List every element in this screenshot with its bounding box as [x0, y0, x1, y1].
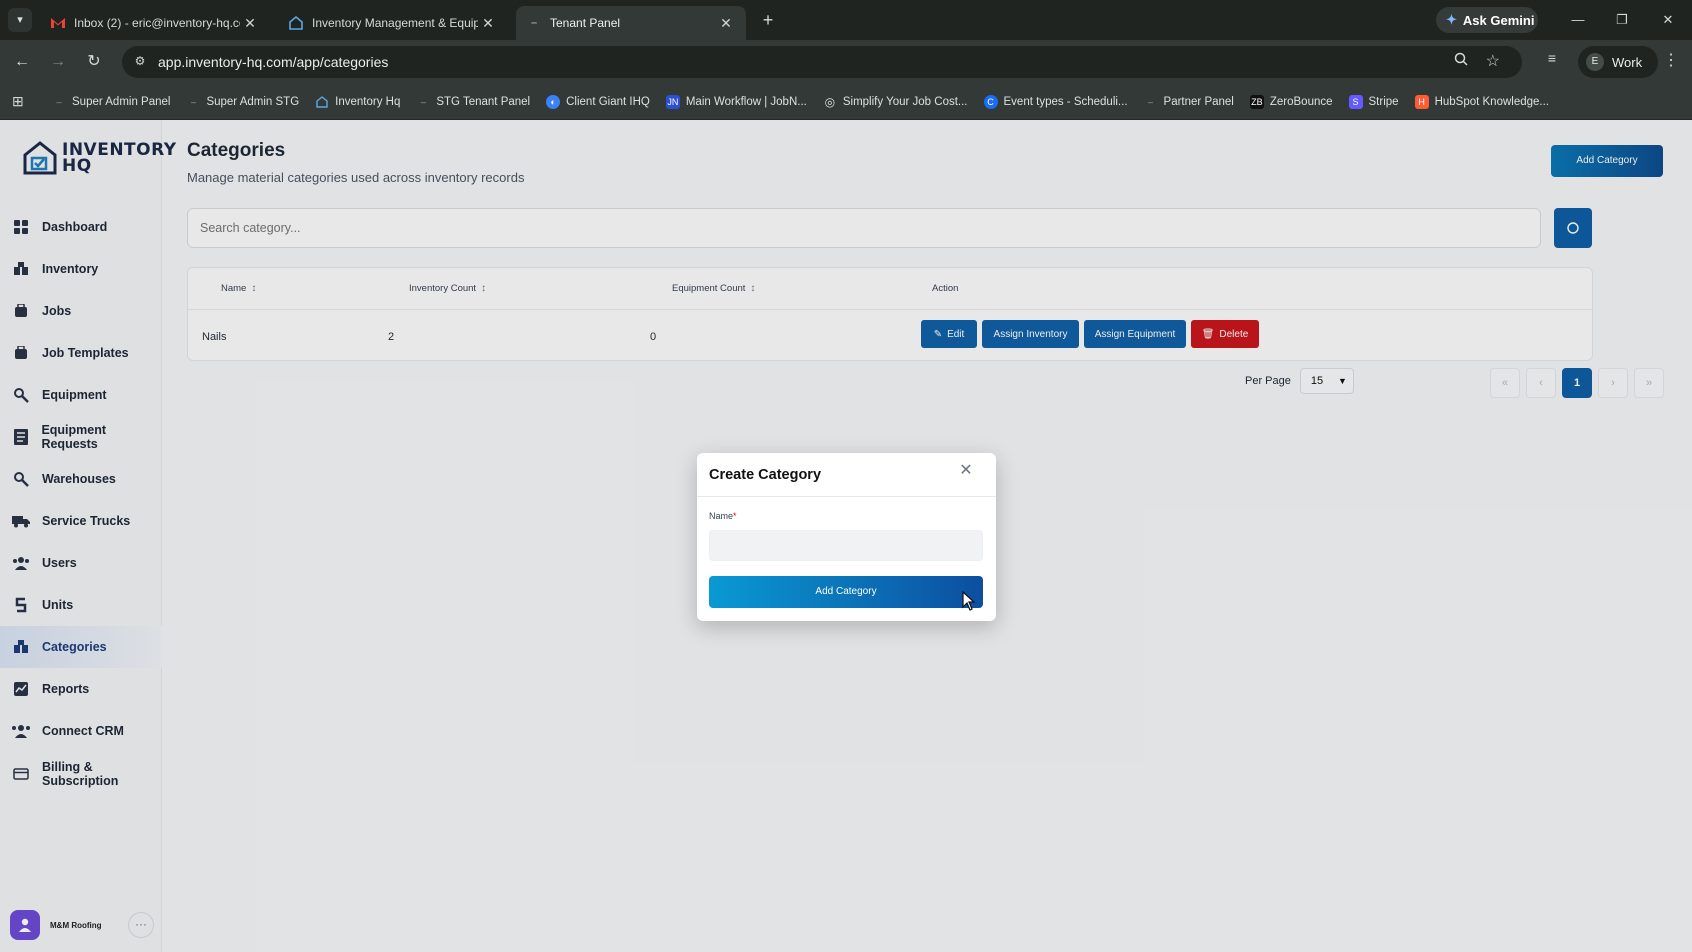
close-tab-icon[interactable]: ✕	[478, 15, 498, 32]
dash-icon: –	[420, 96, 426, 107]
bookmark-label: Inventory Hq	[335, 95, 401, 108]
tab-title: Tenant Panel	[550, 16, 621, 30]
zoom-icon[interactable]	[1454, 52, 1468, 69]
circle-logo-icon: ◐	[546, 94, 561, 109]
close-tab-icon[interactable]: ✕	[716, 15, 736, 32]
browser-tab-inventory[interactable]: Inventory Management & Equipm ✕	[278, 6, 508, 40]
hubspot-icon: H	[1414, 94, 1429, 109]
profile-avatar: E	[1586, 53, 1604, 71]
bookmark-super-admin-panel[interactable]: – Super Admin Panel	[52, 95, 170, 109]
bookmark-label: STG Tenant Panel	[436, 95, 531, 108]
browser-tab-bar: ▾ Inbox (2) - eric@inventory-hq.com ✕ In…	[0, 0, 1692, 40]
bookmark-event-types[interactable]: C Event types - Scheduli...	[983, 94, 1128, 109]
bookmark-stripe[interactable]: S Stripe	[1348, 94, 1399, 109]
required-mark: *	[733, 511, 737, 521]
profile-label: Work	[1612, 54, 1643, 70]
bookmark-label: Super Admin STG	[206, 95, 300, 108]
tab-search-icon[interactable]: ▾	[8, 8, 32, 32]
back-icon[interactable]: ←	[10, 50, 34, 74]
reload-icon[interactable]: ↻	[82, 50, 106, 74]
gmail-icon	[50, 15, 66, 31]
browser-menu-icon[interactable]: ⋮	[1660, 50, 1682, 70]
gemini-icon: ✦	[1446, 12, 1457, 27]
restore-icon[interactable]: ❐	[1608, 8, 1636, 32]
ask-gemini-label: Ask Gemini	[1462, 12, 1535, 28]
dash-icon: –	[56, 96, 62, 107]
bookmark-star-icon[interactable]: ☆	[1486, 51, 1500, 71]
new-tab-icon[interactable]: +	[756, 8, 780, 32]
bookmarks-bar: ⊞ – Super Admin Panel – Super Admin STG In…	[0, 84, 1692, 120]
browser-tab-tenant-panel[interactable]: – Tenant Panel ✕	[516, 6, 746, 40]
bookmark-zerobounce[interactable]: ZB ZeroBounce	[1249, 94, 1333, 109]
browser-tab-gmail[interactable]: Inbox (2) - eric@inventory-hq.com ✕	[40, 6, 270, 40]
site-info-icon[interactable]: ⚙	[132, 54, 148, 70]
zerobounce-icon: ZB	[1249, 94, 1264, 109]
bookmark-stg-tenant-panel[interactable]: – STG Tenant Panel	[416, 95, 530, 109]
bookmark-label: Partner Panel	[1163, 95, 1234, 108]
bookmark-label: Event types - Scheduli...	[1003, 95, 1128, 108]
profile-button[interactable]: E Work	[1578, 46, 1658, 78]
category-name-input[interactable]	[709, 530, 983, 561]
globe-icon: ◎	[824, 94, 836, 109]
bookmark-super-admin-stg[interactable]: – Super Admin STG	[186, 95, 299, 109]
bookmark-partner-panel[interactable]: – Partner Panel	[1144, 95, 1234, 109]
ask-gemini-button[interactable]: ✦ Ask Gemini	[1436, 7, 1538, 33]
browser-toolbar: ← → ↻ ⚙ app.inventory-hq.com/app/categor…	[0, 40, 1692, 84]
bookmark-label: Client Giant IHQ	[566, 95, 650, 108]
modal-title: Create Category	[709, 467, 822, 483]
name-field-label: Name*	[709, 511, 737, 521]
address-bar[interactable]: ⚙ app.inventory-hq.com/app/categories ☆	[122, 46, 1522, 78]
tab-title: Inbox (2) - eric@inventory-hq.com	[74, 16, 240, 30]
bookmark-client-giant[interactable]: ◐ Client Giant IHQ	[546, 94, 650, 109]
bookmark-label: Stripe	[1368, 95, 1399, 108]
create-category-modal: Create Category ✕ Name* Add Category	[697, 453, 996, 621]
bookmark-label: ZeroBounce	[1269, 95, 1333, 108]
bookmark-label: Simplify Your Job Cost...	[842, 95, 968, 108]
tab-title: Inventory Management & Equipm	[312, 16, 478, 30]
close-icon[interactable]: ✕	[958, 463, 974, 479]
house-icon	[315, 95, 329, 109]
jobnimbus-icon: JN	[665, 94, 680, 109]
dash-icon: –	[1148, 96, 1154, 107]
minimize-icon[interactable]: —	[1564, 8, 1592, 32]
bookmark-label: HubSpot Knowledge...	[1434, 95, 1550, 108]
mouse-cursor-icon	[962, 591, 976, 611]
bookmark-label: Super Admin Panel	[72, 95, 171, 108]
tenant-panel-icon: –	[530, 17, 538, 29]
add-category-submit-button[interactable]: Add Category	[709, 576, 983, 608]
forward-icon[interactable]: →	[46, 50, 70, 74]
bookmark-label: Main Workflow | JobN...	[685, 95, 807, 108]
inventory-hq-icon	[288, 15, 304, 31]
stripe-icon: S	[1348, 94, 1363, 109]
close-window-icon[interactable]: ✕	[1654, 8, 1682, 32]
bookmark-hubspot[interactable]: H HubSpot Knowledge...	[1414, 94, 1550, 109]
dash-icon: –	[190, 96, 196, 107]
app-viewport: INVENTORY HQ Dashboard Inventory Jobs Jo…	[0, 120, 1692, 952]
close-tab-icon[interactable]: ✕	[240, 15, 260, 32]
calendly-icon: C	[983, 94, 998, 109]
name-label-text: Name	[709, 511, 734, 521]
media-control-icon[interactable]: ≡	[1540, 50, 1564, 66]
bookmark-inventory-hq[interactable]: Inventory Hq	[315, 95, 400, 109]
apps-grid-icon[interactable]: ⊞	[12, 93, 32, 110]
modal-divider	[697, 496, 996, 497]
bookmark-simplify[interactable]: ◎ Simplify Your Job Cost...	[823, 95, 968, 109]
bookmark-main-workflow[interactable]: JN Main Workflow | JobN...	[665, 94, 807, 109]
url-text[interactable]: app.inventory-hq.com/app/categories	[158, 54, 388, 70]
